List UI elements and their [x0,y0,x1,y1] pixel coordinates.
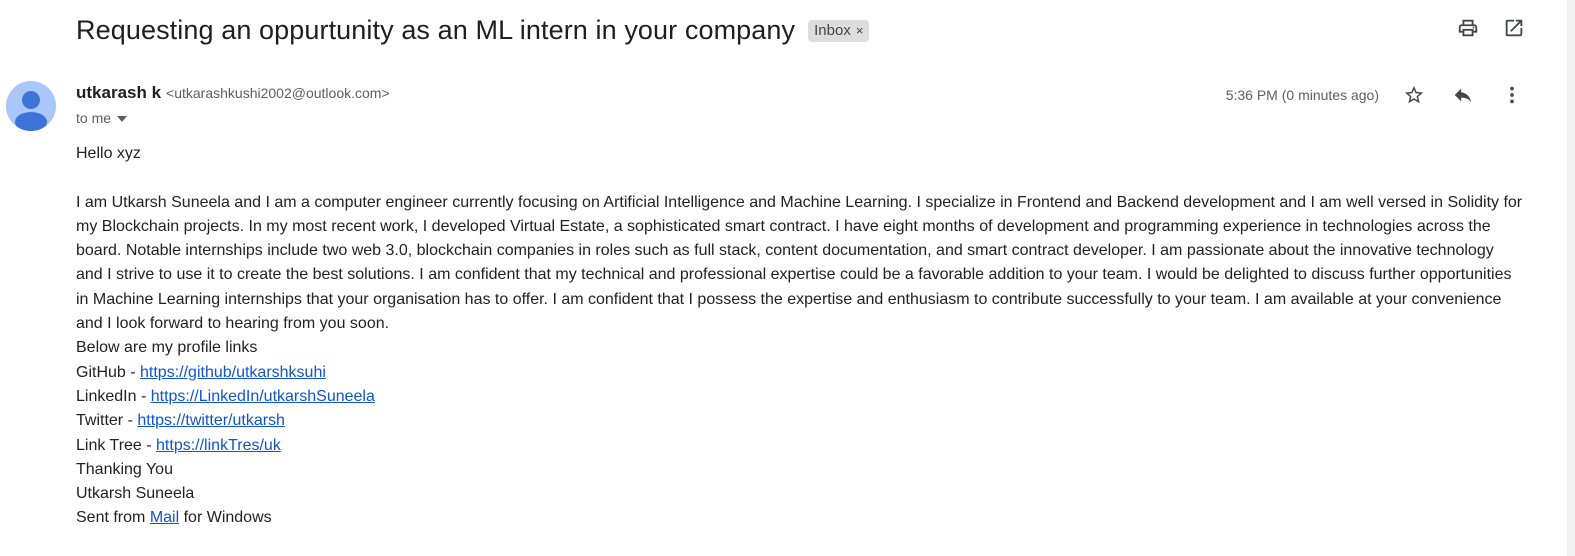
sent-suffix: for Windows [179,509,272,527]
signature: Utkarsh Suneela [76,485,195,503]
mail-app-link[interactable]: Mail [150,509,179,526]
remove-label-icon[interactable]: × [856,23,864,38]
more-vert-icon[interactable] [1501,84,1523,106]
profile-link-twitter: Twitter - https://twitter/utkarsh [76,409,1524,433]
link-label: GitHub - [76,363,141,381]
sender-row: utkarash k <utkarashkushi2002@outlook.co… [76,83,390,103]
body-paragraph: I am Utkarsh Suneela and I am a computer… [76,193,1523,333]
message-meta: 5:36 PM (0 minutes ago) [1226,84,1523,106]
reply-icon[interactable] [1452,84,1474,106]
twitter-link[interactable]: https://twitter/utkarsh [137,412,285,429]
email-body: Hello xyz I am Utkarsh Suneela and I am … [76,142,1524,531]
person-avatar-icon [15,91,47,131]
label-text: Inbox [814,22,851,39]
open-in-new-window-icon[interactable] [1503,17,1525,39]
profile-link-linktree: Link Tree - https://linkTres/uk [76,434,1524,458]
profile-link-linkedin: LinkedIn - https://LinkedIn/utkarshSunee… [76,385,1524,409]
link-label: LinkedIn - [76,387,151,405]
sent-from: Sent from Mail for Windows [76,506,1524,530]
greeting: Hello xyz [76,145,141,162]
closing: Thanking You [76,460,173,478]
sent-prefix: Sent from [76,509,150,527]
profile-link-github: GitHub - https://github/utkarshksuhi [76,361,1524,385]
star-icon[interactable] [1403,84,1425,106]
recipient-details-toggle[interactable]: to me [76,110,128,126]
links-intro: Below are my profile links [76,339,258,357]
inbox-label-chip[interactable]: Inbox × [808,20,870,42]
github-link[interactable]: https://github/utkarshksuhi [140,364,326,381]
timestamp: 5:36 PM (0 minutes ago) [1225,87,1379,103]
subject-row: Requesting an oppurtunity as an ML inter… [76,10,870,50]
sender-avatar[interactable] [6,81,56,131]
sender-email: <utkarashkushi2002@outlook.com> [166,85,390,101]
link-label: Twitter - [76,412,138,430]
linkedin-link[interactable]: https://LinkedIn/utkarshSuneela [151,388,375,405]
linktree-link[interactable]: https://linkTres/uk [156,437,281,454]
email-subject: Requesting an oppurtunity as an ML inter… [76,14,796,45]
caret-down-icon [117,116,128,122]
recipient-text: to me [76,110,112,126]
scrollbar[interactable] [1567,0,1575,556]
top-actions [1457,17,1525,39]
link-label: Link Tree - [76,436,157,454]
sender-name[interactable]: utkarash k [76,83,161,103]
print-icon[interactable] [1457,17,1479,39]
